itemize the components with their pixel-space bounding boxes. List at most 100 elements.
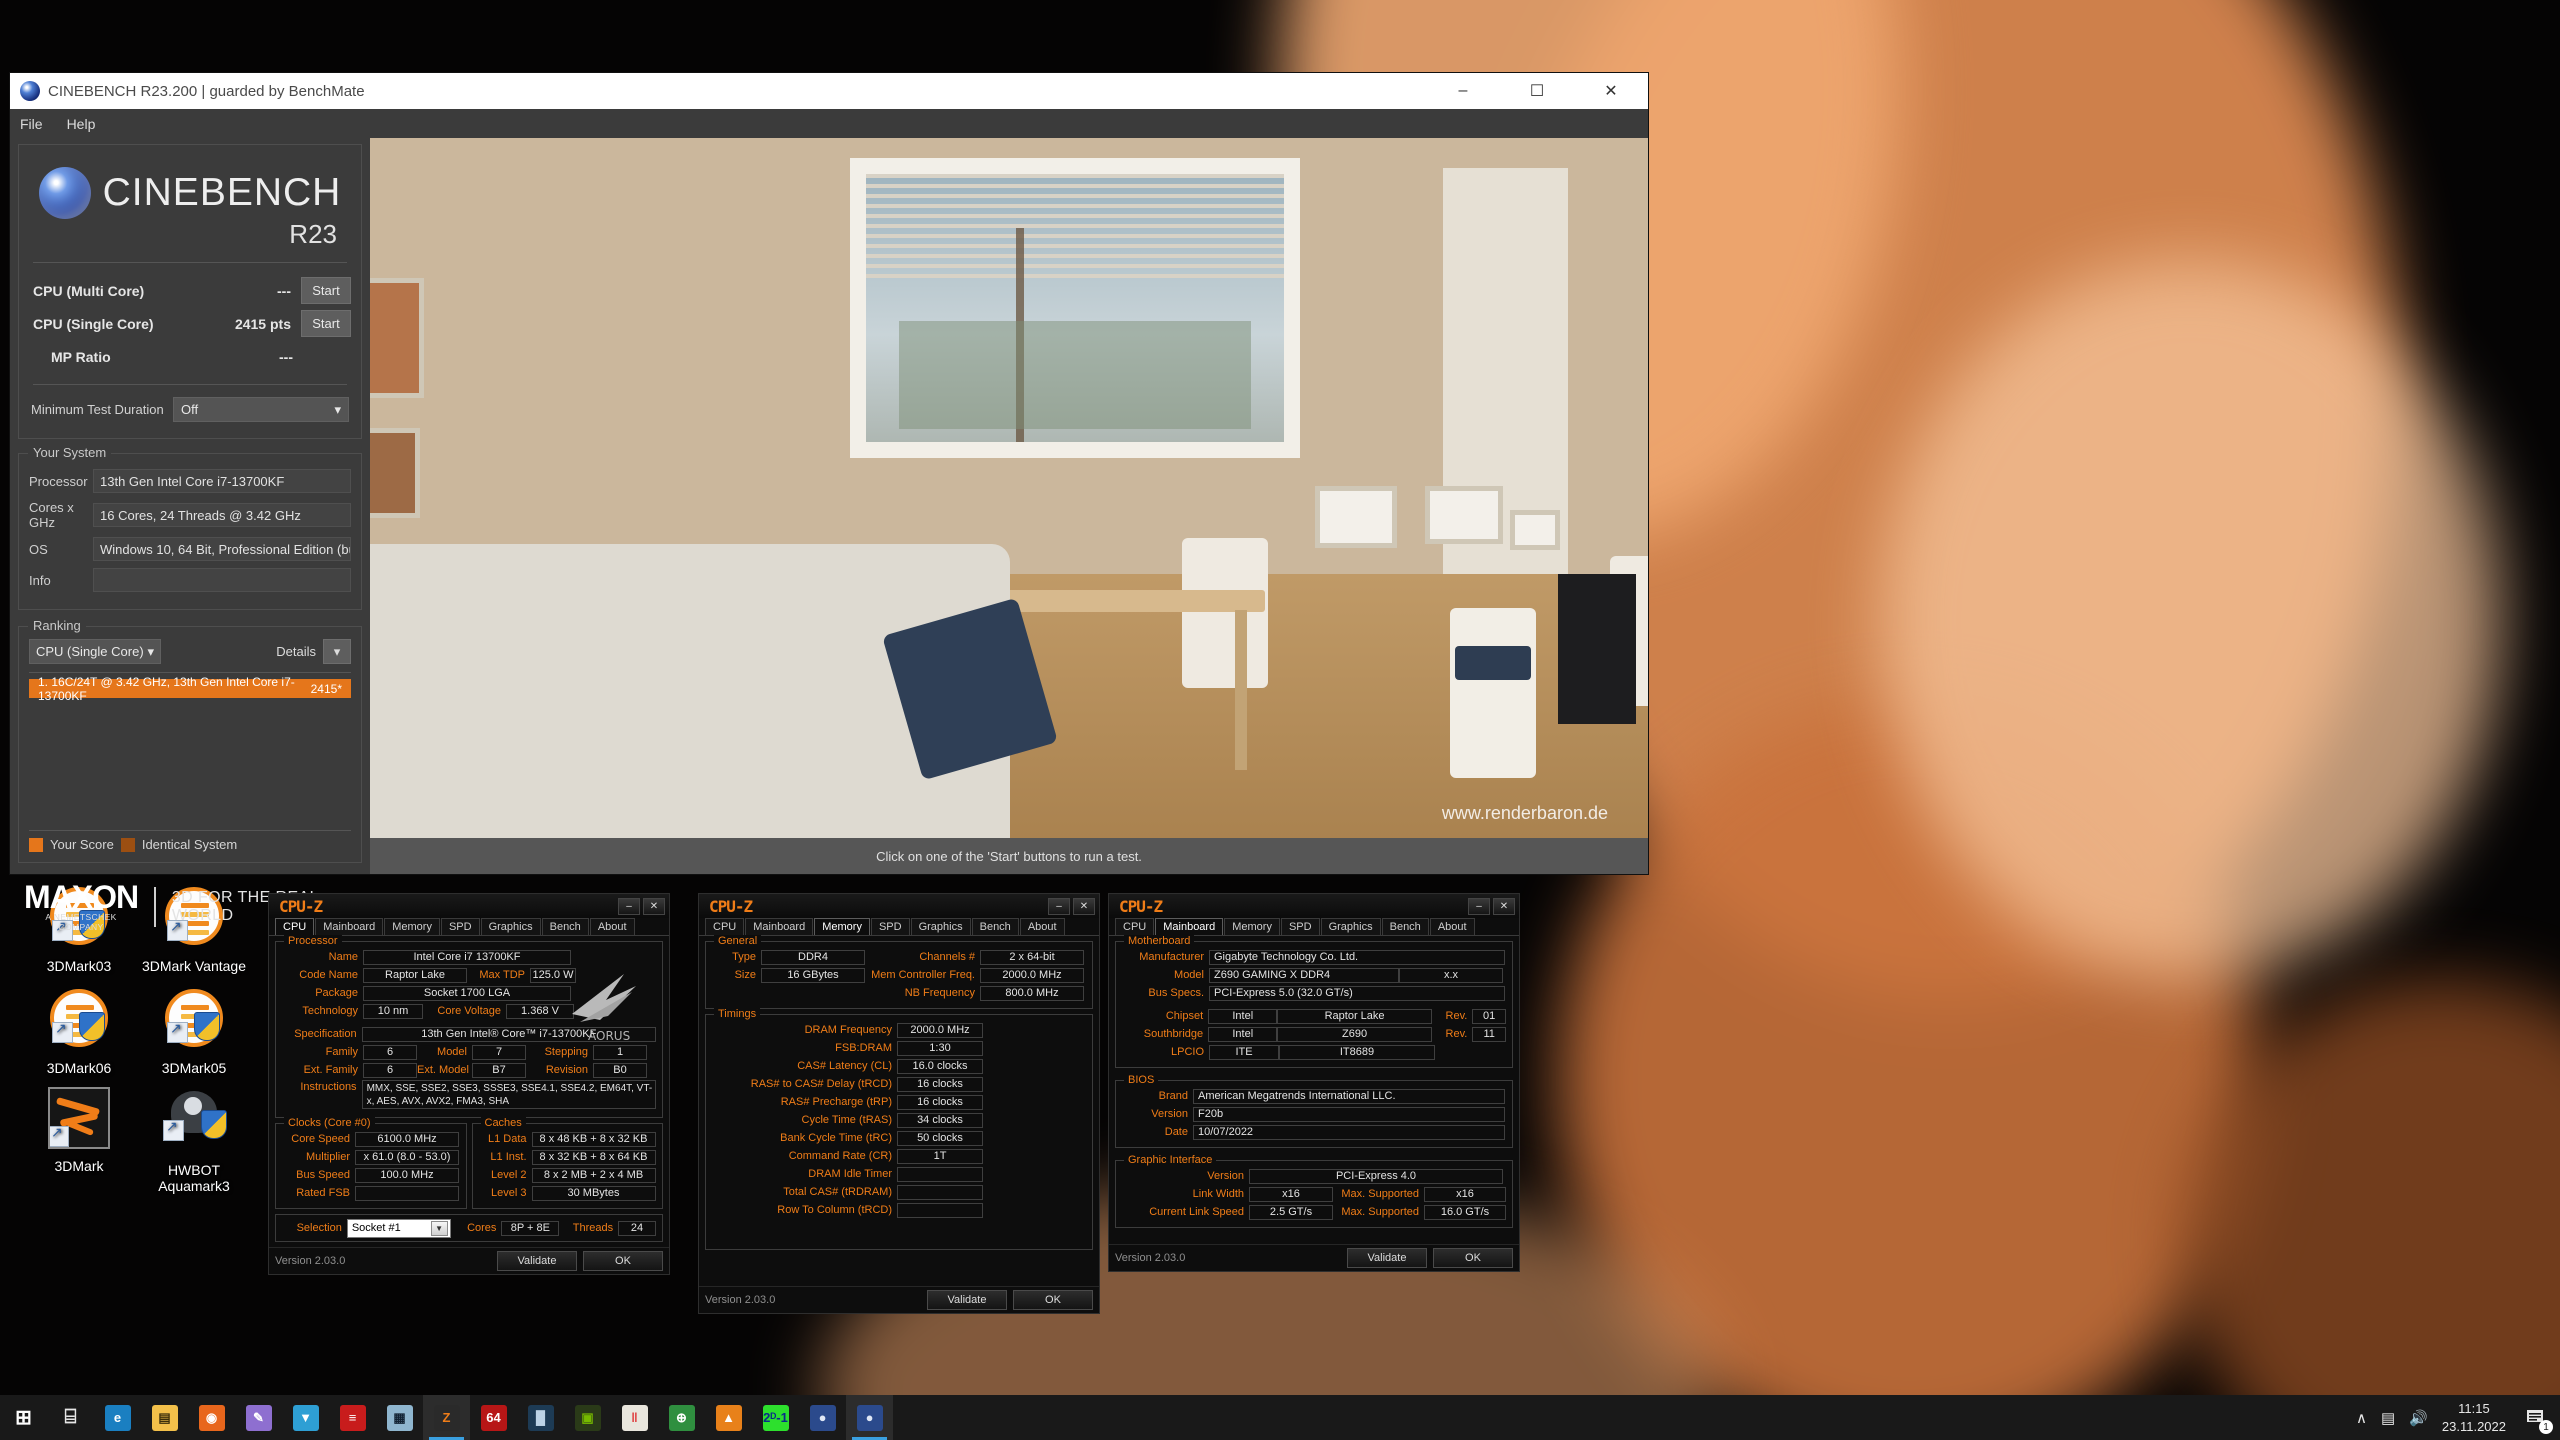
tab-mainboard[interactable]: Mainboard [315, 918, 383, 935]
start-button[interactable]: ⊞ [0, 1395, 47, 1440]
cinebench-icon-1[interactable]: ● [799, 1395, 846, 1440]
clock-time: 11:15 [2458, 1401, 2490, 1416]
chipset-vendor-value: Intel [1208, 1009, 1277, 1024]
calculator-icon[interactable]: ▦ [376, 1395, 423, 1440]
firefox-icon[interactable]: ◉ [188, 1395, 235, 1440]
tab-cpu[interactable]: CPU [705, 918, 744, 935]
tab-graphics[interactable]: Graphics [481, 918, 541, 935]
task-view-button[interactable]: ⌸ [47, 1395, 94, 1440]
benchmate-icon[interactable]: ≡ [329, 1395, 376, 1440]
tab-about[interactable]: About [1430, 918, 1475, 935]
thermometer-icon[interactable]: ‖ [611, 1395, 658, 1440]
maximize-button[interactable]: ☐ [1500, 73, 1574, 109]
paint-icon[interactable]: ✎ [235, 1395, 282, 1440]
minimize-button[interactable]: – [1426, 73, 1500, 109]
cpuz-window-cpu[interactable]: CPU-Z – ✕ CPU Mainboard Memory SPD Graph… [268, 893, 670, 1275]
desktop-icon-hwbot-aquamark3[interactable]: HWBOT Aquamark3 [135, 1085, 253, 1194]
hwinfo-icon-glyph: ▼ [293, 1405, 319, 1431]
chevron-down-icon[interactable]: ▾ [323, 639, 351, 664]
menu-file[interactable]: File [20, 116, 43, 132]
desktop-icon-3dmark06[interactable]: 3DMark06 [20, 987, 138, 1076]
close-button[interactable]: ✕ [1574, 73, 1648, 109]
manufacturer-value: Gigabyte Technology Co. Ltd. [1209, 950, 1505, 965]
core-voltage-label: Core Voltage [423, 1005, 506, 1017]
ranking-details[interactable]: Details ▾ [276, 639, 351, 664]
tab-graphics[interactable]: Graphics [1321, 918, 1381, 935]
volume-icon[interactable]: 🔊 [2409, 1409, 2428, 1427]
clock[interactable]: 11:15 23.11.2022 [2442, 1400, 2506, 1435]
validate-button[interactable]: Validate [1347, 1248, 1427, 1268]
aida64-icon[interactable]: 64 [470, 1395, 517, 1440]
validate-button[interactable]: Validate [927, 1290, 1007, 1310]
network-icon[interactable]: ▤ [2381, 1409, 2395, 1427]
size-label: Size [712, 969, 761, 981]
tab-about[interactable]: About [1020, 918, 1065, 935]
tab-graphics[interactable]: Graphics [911, 918, 971, 935]
edge-icon[interactable]: e [94, 1395, 141, 1440]
gpuz-icon[interactable]: █ [517, 1395, 564, 1440]
cpuz-window-mainboard[interactable]: CPU-Z – ✕ CPU Mainboard Memory SPD Graph… [1108, 893, 1520, 1272]
desktop-icon-3dmark05[interactable]: 3DMark05 [135, 987, 253, 1076]
cinebench-score-panel: CINEBENCH R23 CPU (Multi Core) --- Start… [18, 144, 362, 439]
divider [29, 830, 351, 831]
tab-mainboard[interactable]: Mainboard [1155, 918, 1223, 935]
tab-memory[interactable]: Memory [384, 918, 440, 935]
field-value: Windows 10, 64 Bit, Professional Edition… [93, 537, 351, 561]
tab-spd[interactable]: SPD [871, 918, 910, 935]
tab-spd[interactable]: SPD [441, 918, 480, 935]
nvidia-icon[interactable]: ▣ [564, 1395, 611, 1440]
file-explorer-icon[interactable]: ▤ [141, 1395, 188, 1440]
cpuz-icon[interactable]: Z [423, 1395, 470, 1440]
socket-value: Socket #1 [352, 1222, 401, 1234]
tab-about[interactable]: About [590, 918, 635, 935]
chipset-rev-label: Rev. [1432, 1010, 1473, 1022]
ok-button[interactable]: OK [583, 1251, 663, 1271]
minimum-test-duration-row: Minimum Test Duration Off ▾ [31, 397, 349, 422]
cinebench-wordmark: CINEBENCH [103, 171, 342, 215]
close-button[interactable]: ✕ [643, 898, 665, 915]
chevron-up-icon[interactable]: ∧ [2356, 1409, 2367, 1427]
tab-spd[interactable]: SPD [1281, 918, 1320, 935]
menu-help[interactable]: Help [67, 116, 96, 132]
validate-button[interactable]: Validate [497, 1251, 577, 1271]
world-icon[interactable]: ⊕ [658, 1395, 705, 1440]
minimize-button[interactable]: – [1048, 898, 1070, 915]
tab-bench[interactable]: Bench [1382, 918, 1429, 935]
minimum-test-duration-select[interactable]: Off ▾ [173, 397, 349, 422]
desktop-icon-3dmark[interactable]: 3DMark [20, 1085, 138, 1174]
vlc-icon[interactable]: ▲ [705, 1395, 752, 1440]
timing-row: Total CAS# (tRDRAM) [712, 1184, 1086, 1200]
field-value[interactable] [93, 568, 351, 592]
cinebench-window[interactable]: CINEBENCH R23.200 | guarded by BenchMate… [10, 73, 1648, 874]
chevron-down-icon[interactable]: ▼ [431, 1221, 448, 1236]
tab-bench[interactable]: Bench [972, 918, 1019, 935]
field-label: Info [29, 573, 93, 588]
notification-center-icon[interactable]: 1 [2520, 1395, 2554, 1440]
minimize-button[interactable]: – [1468, 898, 1490, 915]
2d1-icon[interactable]: 2ᴰ-1 [752, 1395, 799, 1440]
ranking-entry-row[interactable]: 1. 16C/24T @ 3.42 GHz, 13th Gen Intel Co… [29, 679, 351, 698]
start-single-core-button[interactable]: Start [301, 310, 351, 337]
ranking-mode-select[interactable]: CPU (Single Core) ▾ [29, 639, 161, 664]
ok-button[interactable]: OK [1433, 1248, 1513, 1268]
cpuz-tabs: CPU Mainboard Memory SPD Graphics Bench … [269, 918, 669, 936]
minimize-button[interactable]: – [618, 898, 640, 915]
close-button[interactable]: ✕ [1493, 898, 1515, 915]
processor-group: Processor AORUS Name Intel Core i7 13700… [275, 941, 663, 1118]
tab-memory[interactable]: Memory [814, 918, 870, 935]
close-button[interactable]: ✕ [1073, 898, 1095, 915]
tab-bench[interactable]: Bench [542, 918, 589, 935]
cpuz-window-memory[interactable]: CPU-Z – ✕ CPU Mainboard Memory SPD Graph… [698, 893, 1100, 1314]
cinebench-icon-2[interactable]: ● [846, 1395, 893, 1440]
socket-select[interactable]: Socket #1 ▼ [347, 1219, 451, 1238]
start-multi-core-button[interactable]: Start [301, 277, 351, 304]
divider [154, 887, 156, 927]
tab-mainboard[interactable]: Mainboard [745, 918, 813, 935]
hwinfo-icon[interactable]: ▼ [282, 1395, 329, 1440]
tab-memory[interactable]: Memory [1224, 918, 1280, 935]
timing-label: RAS# Precharge (tRP) [712, 1096, 897, 1108]
tab-cpu[interactable]: CPU [1115, 918, 1154, 935]
tab-cpu[interactable]: CPU [275, 918, 314, 935]
ok-button[interactable]: OK [1013, 1290, 1093, 1310]
row-core-speed: Core Speed 6100.0 MHz [282, 1131, 460, 1147]
